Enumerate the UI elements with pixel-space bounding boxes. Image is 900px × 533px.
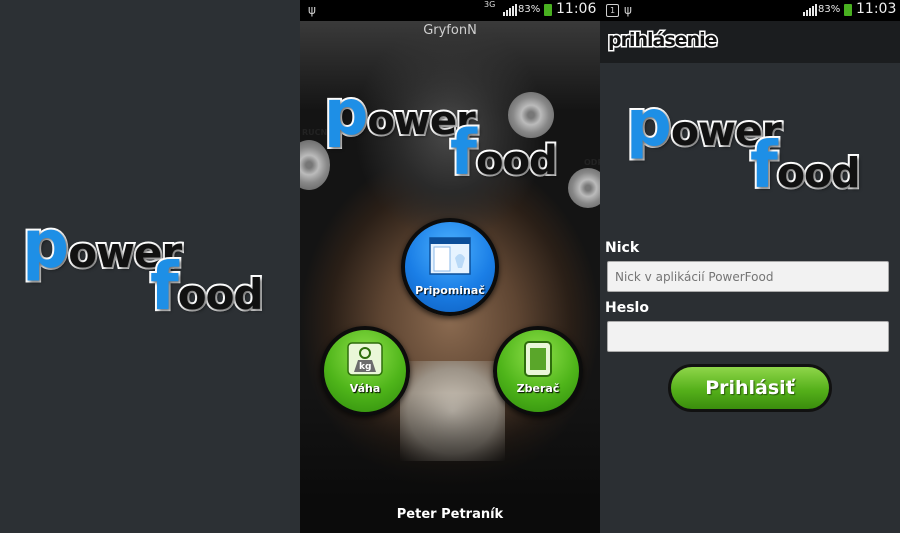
main-menu-screen: RUCN ODPL ψ 3G 83% 11:06 GryfonN power f… — [300, 0, 600, 533]
login-button[interactable]: Prihlásiť — [668, 364, 832, 412]
screen-title: prihlásenie — [606, 28, 718, 53]
login-screen: 1 ψ 83% 11:03 prihlásenie power food Nic… — [600, 0, 900, 533]
scale-label: Váha — [349, 382, 381, 395]
password-input[interactable] — [607, 321, 889, 352]
reminder-icon — [429, 237, 471, 275]
usb-icon: ψ — [308, 3, 316, 17]
battery-percent: 83% — [518, 4, 541, 15]
nick-input[interactable] — [607, 261, 889, 292]
network-type: 3G — [484, 0, 496, 9]
clock: 11:03 — [856, 1, 897, 17]
notification-icon: 1 — [606, 4, 619, 17]
collector-button[interactable]: Zberač — [493, 326, 583, 416]
password-label: Heslo — [605, 300, 649, 316]
signal-icon — [503, 4, 517, 16]
plate-label-right: ODPL — [584, 158, 600, 167]
author-name: Peter Petraník — [396, 507, 504, 522]
reminder-button[interactable]: Pripominač — [401, 218, 499, 316]
splash-screen: power food — [0, 0, 300, 533]
clock: 11:06 — [556, 1, 597, 17]
battery-icon — [544, 4, 552, 16]
title-bar: prihlásenie — [600, 21, 900, 63]
reminder-label: Pripominač — [415, 284, 485, 297]
nick-label: Nick — [605, 240, 640, 256]
powerfood-logo: power food — [20, 206, 266, 325]
powerfood-logo: power food — [322, 76, 560, 189]
svg-text:kg: kg — [359, 362, 371, 372]
scale-icon: kg — [347, 342, 383, 376]
battery-percent: 83% — [818, 4, 841, 15]
app-title: GryfonN — [423, 23, 477, 38]
tablet-icon — [524, 341, 552, 377]
status-bar: 1 ψ 83% 11:03 — [600, 0, 900, 21]
scale-button[interactable]: kg Váha — [320, 326, 410, 416]
collector-label: Zberač — [516, 382, 560, 395]
powerfood-logo: power food — [624, 87, 863, 203]
status-bar: ψ 3G 83% 11:06 — [300, 0, 600, 21]
usb-icon: ψ — [624, 3, 632, 17]
signal-icon — [803, 4, 817, 16]
battery-icon — [844, 4, 852, 16]
